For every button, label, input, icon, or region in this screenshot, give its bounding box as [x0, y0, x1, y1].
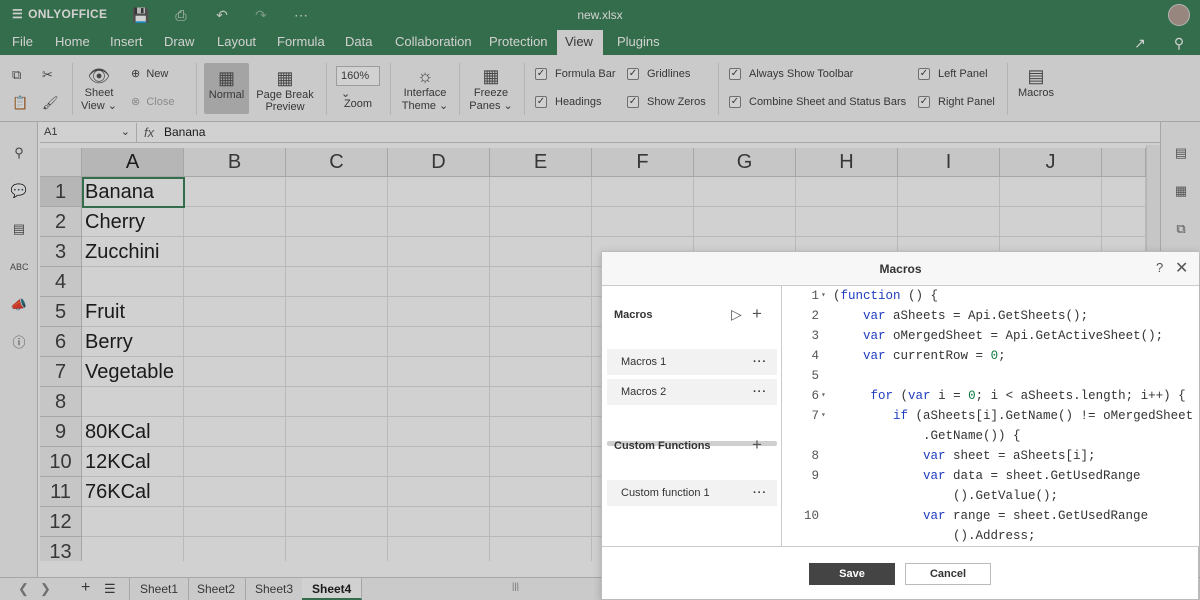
line-number: 6	[811, 389, 819, 403]
more-icon[interactable]: ···	[753, 379, 767, 405]
run-icon[interactable]: ▷	[731, 306, 742, 323]
code-text: ().GetValue();	[833, 489, 1059, 503]
code-line: 2 var aSheets = Api.GetSheets();	[783, 306, 1199, 326]
line-number: 5	[811, 369, 819, 383]
cancel-button[interactable]: Cancel	[905, 563, 991, 585]
code-line: 6 ▾ for (var i = 0; i < aSheets.length; i…	[783, 386, 1199, 406]
line-number: 7	[811, 409, 819, 423]
code-text: (function () {	[833, 289, 939, 303]
fold-icon[interactable]: ▾	[821, 386, 826, 406]
code-text: if (aSheets[i].GetName() != oMergedSheet	[893, 409, 1194, 423]
code-text: var range = sheet.GetUsedRange	[923, 509, 1149, 523]
more-icon[interactable]: ···	[753, 349, 767, 375]
add-macro-icon[interactable]: +	[752, 304, 762, 324]
macro-name: Macros 1	[621, 356, 667, 368]
dialog-footer: Save Cancel	[602, 546, 1199, 600]
fold-icon[interactable]: ▾	[821, 406, 826, 426]
line-number: 2	[811, 309, 819, 323]
code-text: var aSheets = Api.GetSheets();	[863, 309, 1089, 323]
code-line: 4 var currentRow = 0;	[783, 346, 1199, 366]
macro-name: Macros 2	[621, 386, 667, 398]
dialog-title: Macros	[602, 252, 1199, 286]
code-line: ().Address;	[783, 526, 1199, 546]
code-line: ().GetValue();	[783, 486, 1199, 506]
code-line: 8 var sheet = aSheets[i];	[783, 446, 1199, 466]
macros-heading: Macros	[614, 309, 653, 321]
line-number: 3	[811, 329, 819, 343]
code-text: .GetName()) {	[833, 429, 1021, 443]
code-text: ().Address;	[833, 529, 1036, 543]
custom-functions-heading: Custom Functions	[614, 440, 711, 452]
code-line: .GetName()) {	[783, 426, 1199, 446]
line-number: 8	[811, 449, 819, 463]
code-text: var data = sheet.GetUsedRange	[923, 469, 1141, 483]
function-name: Custom function 1	[621, 487, 710, 499]
code-line: 5	[783, 366, 1199, 386]
code-line: 9 var data = sheet.GetUsedRange	[783, 466, 1199, 486]
macros-dialog: Macros ? ✕ Macros ▷ + Macros 1 ··· Macros…	[601, 251, 1199, 600]
macro-item[interactable]: Macros 1 ···	[607, 349, 777, 375]
code-text: var sheet = aSheets[i];	[923, 449, 1096, 463]
macro-item[interactable]: Macros 2 ···	[607, 379, 777, 405]
macros-list-panel: Macros ▷ + Macros 1 ··· Macros 2 ··· Custo…	[602, 286, 782, 546]
close-icon[interactable]: ✕	[1175, 258, 1188, 278]
code-text: var currentRow = 0;	[863, 349, 1006, 363]
code-line: 3 var oMergedSheet = Api.GetActiveSheet(…	[783, 326, 1199, 346]
line-number: 9	[811, 469, 819, 483]
line-number: 10	[803, 509, 819, 523]
code-line: 1 ▾ (function () {	[783, 286, 1199, 306]
custom-function-item[interactable]: Custom function 1 ···	[607, 480, 777, 506]
add-function-icon[interactable]: +	[752, 435, 762, 455]
code-text: for (var i = 0; i < aSheets.length; i++)…	[870, 389, 1186, 403]
line-number: 4	[811, 349, 819, 363]
help-icon[interactable]: ?	[1156, 260, 1163, 275]
more-icon[interactable]: ···	[753, 480, 767, 506]
code-line: 7 ▾ if (aSheets[i].GetName() != oMergedSh…	[783, 406, 1199, 426]
code-text: var oMergedSheet = Api.GetActiveSheet();	[863, 329, 1164, 343]
line-number: 1	[811, 289, 819, 303]
code-editor[interactable]: 1 ▾ (function () {2 var aSheets = Api.GetS…	[783, 286, 1199, 546]
fold-icon[interactable]: ▾	[821, 286, 826, 306]
code-line: 10 var range = sheet.GetUsedRange	[783, 506, 1199, 526]
save-button[interactable]: Save	[809, 563, 895, 585]
